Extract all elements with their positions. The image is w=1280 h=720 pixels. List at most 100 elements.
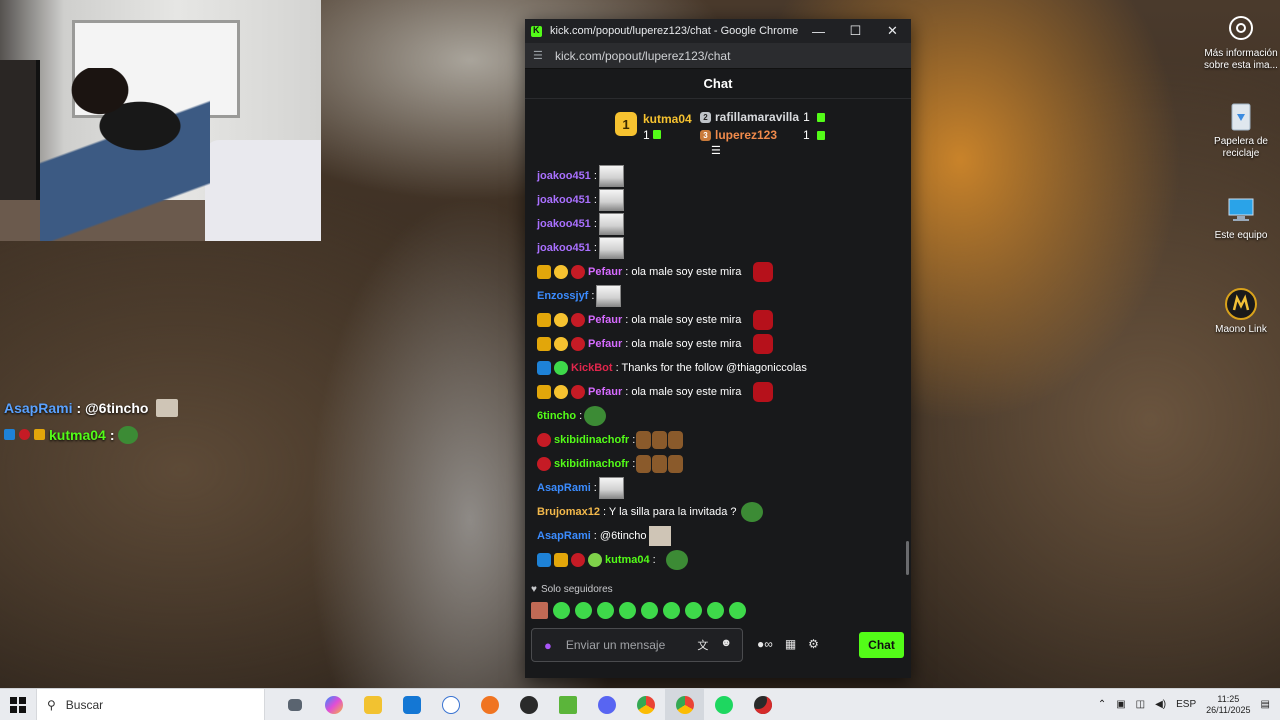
send-chat-button[interactable]: Chat <box>859 632 904 658</box>
desktop-icon-more-info[interactable]: Más información sobre esta ima... <box>1201 12 1280 72</box>
emote-button[interactable] <box>641 602 658 619</box>
points-icon[interactable]: ●∞ <box>757 637 773 651</box>
chat-username[interactable]: AsapRami <box>537 530 591 542</box>
clock[interactable]: 11:25 26/11/2025 <box>1206 694 1250 716</box>
bug-badge-icon <box>588 553 602 567</box>
chat-username[interactable]: kutma04 <box>605 554 650 566</box>
leaderboard-third-name: luperez123 <box>715 128 778 142</box>
desktop-icon-maono-link[interactable]: Maono Link <box>1201 288 1280 336</box>
chat-username[interactable]: Brujomax12 <box>537 506 600 518</box>
windows-logo-icon <box>10 696 26 713</box>
frog-emote-icon <box>740 502 763 522</box>
task-view-icon[interactable] <box>275 689 314 720</box>
maximize-button[interactable]: ☐ <box>837 19 874 43</box>
emote-button[interactable] <box>531 602 548 619</box>
emote-button[interactable] <box>597 602 614 619</box>
chat-username[interactable]: Pefaur <box>588 386 622 398</box>
chat-username[interactable]: Pefaur <box>588 266 622 278</box>
red-emote-icon <box>753 262 774 282</box>
red-emote-icon <box>753 382 774 402</box>
chat-username[interactable]: joakoo451 <box>537 218 591 230</box>
leaderboard-second-name: rafillamaravilla <box>715 110 800 124</box>
desktop-icon-this-pc[interactable]: Este equipo <box>1201 194 1280 242</box>
frog-emote-icon <box>665 550 688 570</box>
leaderboard-first-name[interactable]: kutma04 <box>643 112 692 126</box>
chat-username[interactable]: joakoo451 <box>537 194 591 206</box>
crown-badge-icon <box>537 313 551 327</box>
taskbar-search[interactable]: ⚲ Buscar <box>36 688 265 720</box>
start-button[interactable] <box>0 696 36 713</box>
desktop-icon-recycle-bin[interactable]: Papelera de reciclaje <box>1201 100 1280 160</box>
microsoft-store-icon[interactable] <box>392 689 431 720</box>
chat-username[interactable]: joakoo451 <box>537 170 591 182</box>
bear-emote-icon <box>636 455 652 473</box>
spotify-icon[interactable] <box>704 689 743 720</box>
chat-username[interactable]: joakoo451 <box>537 242 591 254</box>
chat-message-text: : @6tincho <box>593 530 647 542</box>
chat-input[interactable]: ● Enviar un mensaje 文 ☻ <box>531 628 743 662</box>
language-indicator[interactable]: ESP <box>1176 699 1196 710</box>
bear-emote-icon <box>636 431 652 449</box>
leaderboard-third[interactable]: 3 luperez123 1 <box>700 128 825 142</box>
emote-button[interactable] <box>553 602 570 619</box>
chat-message: joakoo451: <box>537 236 911 260</box>
clock-date: 26/11/2025 <box>1206 704 1251 715</box>
chat-message: joakoo451: <box>537 188 911 212</box>
app-red-icon[interactable] <box>743 689 782 720</box>
network-icon[interactable]: ◫ <box>1136 699 1145 710</box>
moderator-badge-icon <box>4 429 15 440</box>
translate-icon[interactable]: 文 <box>697 637 708 653</box>
site-settings-icon[interactable]: ☰ <box>533 49 547 62</box>
chat-username[interactable]: Enzossjyf <box>537 290 588 302</box>
store-icon[interactable]: ▦ <box>785 637 796 651</box>
sketch-emote-icon <box>598 189 624 211</box>
app-orange-icon[interactable] <box>470 689 509 720</box>
chat-username[interactable]: 6tincho <box>537 410 576 422</box>
chat-message: joakoo451: <box>537 212 911 236</box>
chrome-active-icon[interactable] <box>665 688 704 720</box>
tray-app-icon[interactable]: ▣ <box>1116 699 1125 710</box>
settings-gear-icon[interactable]: ⚙ <box>808 637 819 651</box>
chat-username[interactable]: Pefaur <box>588 314 622 326</box>
obs-icon[interactable] <box>509 689 548 720</box>
leaderboard-second[interactable]: 2 rafillamaravilla 1 <box>700 110 825 124</box>
chrome-icon[interactable] <box>626 689 665 720</box>
microphone-icon[interactable]: ● <box>544 638 552 653</box>
minecraft-icon[interactable] <box>548 689 587 720</box>
notifications-icon[interactable]: ▤ <box>1261 699 1270 710</box>
chat-username[interactable]: skibidinachofr <box>554 458 629 470</box>
emote-button[interactable] <box>575 602 592 619</box>
address-bar[interactable]: ☰ kick.com/popout/luperez123/chat <box>525 43 911 69</box>
copilot-icon[interactable] <box>314 689 353 720</box>
chat-username[interactable]: skibidinachofr <box>554 434 629 446</box>
chat-message-text: : <box>593 218 597 230</box>
chat-scrollbar[interactable] <box>906 541 909 575</box>
system-tray: ⌃ ▣ ◫ ◀) ESP 11:25 26/11/2025 ▤ <box>1098 694 1280 716</box>
discord-icon[interactable] <box>587 689 626 720</box>
emote-button[interactable] <box>619 602 636 619</box>
red-badge-icon <box>571 313 585 327</box>
word-icon[interactable] <box>431 689 470 720</box>
emote-button[interactable] <box>707 602 724 619</box>
emote-button[interactable] <box>663 602 680 619</box>
emoji-icon[interactable]: ☻ <box>720 637 732 653</box>
chevron-up-icon[interactable]: ⌃ <box>1098 699 1106 710</box>
minimize-button[interactable]: — <box>800 19 837 43</box>
emote-button[interactable] <box>729 602 746 619</box>
expand-leaderboard-icon[interactable]: ☰ <box>711 144 721 157</box>
close-button[interactable]: ✕ <box>874 19 911 43</box>
taskbar-search-label: Buscar <box>65 697 104 712</box>
volume-icon[interactable]: ◀) <box>1155 699 1166 710</box>
sketch-emote-icon <box>596 285 622 307</box>
url-text[interactable]: kick.com/popout/luperez123/chat <box>555 49 730 63</box>
chat-username[interactable]: KickBot <box>571 362 613 374</box>
file-explorer-icon[interactable] <box>353 689 392 720</box>
webcam-bed <box>205 140 321 241</box>
emote-button[interactable] <box>685 602 702 619</box>
chat-input-placeholder[interactable]: Enviar un mensaje <box>566 638 665 652</box>
chat-username[interactable]: Pefaur <box>588 338 622 350</box>
overlay-username: kutma04 <box>49 426 106 443</box>
chat-message: Pefaur: ola male soy este mira <box>537 308 911 332</box>
chat-username[interactable]: AsapRami <box>537 482 591 494</box>
chat-message: kutma04: <box>537 548 911 572</box>
